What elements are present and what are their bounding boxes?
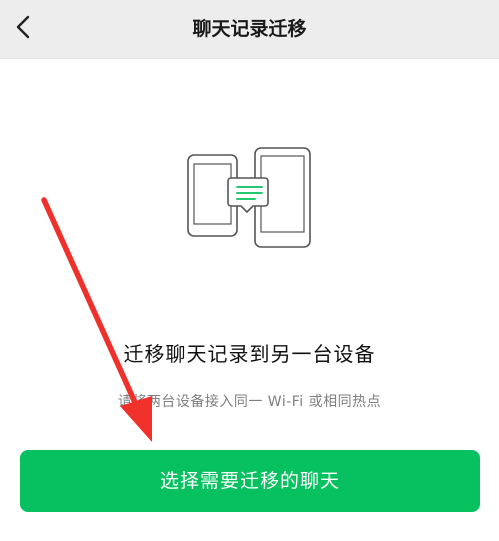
wifi-instruction-text: 请将两台设备接入同一 Wi-Fi 或相同热点 (117, 394, 382, 410)
header-divider (0, 58, 499, 59)
page-title: 聊天记录迁移 (192, 18, 307, 40)
two-phones-transfer-icon (187, 147, 311, 248)
select-chats-button[interactable]: 选择需要迁移的聊天 (20, 450, 480, 512)
migration-heading: 迁移聊天记录到另一台设备 (123, 342, 376, 366)
top-navigation-bar: 聊天记录迁移 (0, 0, 499, 58)
